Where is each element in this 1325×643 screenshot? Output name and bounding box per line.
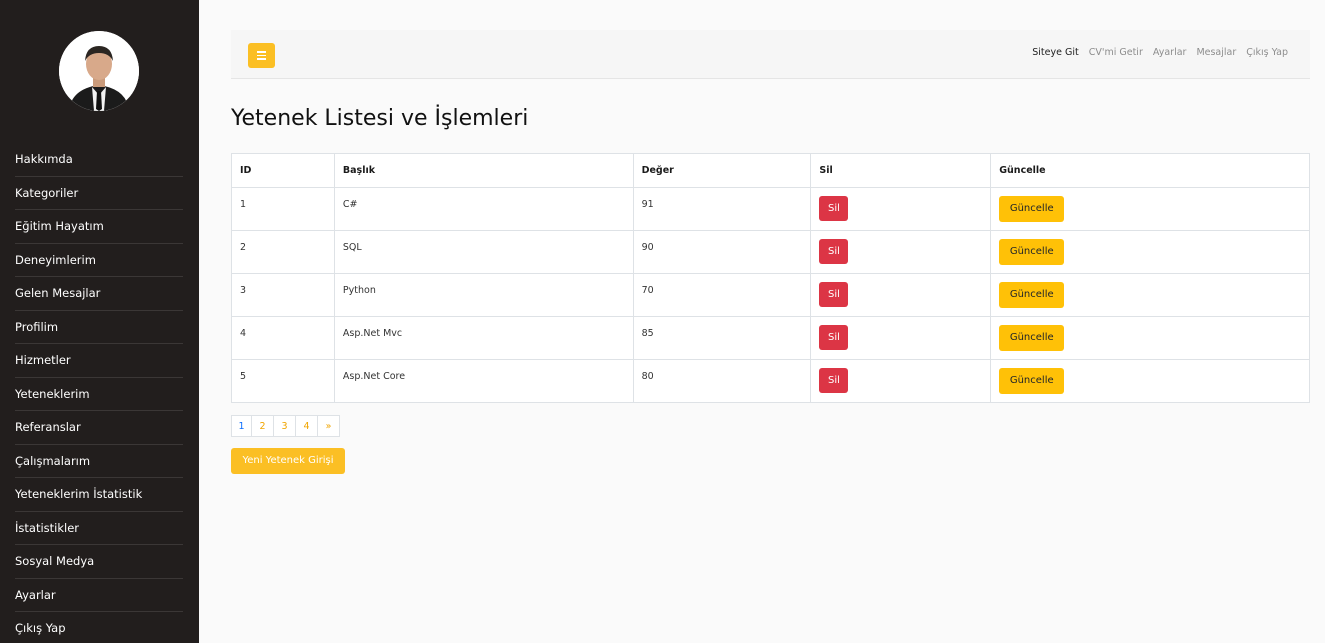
skills-table: ID Başlık Değer Sil Güncelle 1 C# 91 Sil Gün… — [231, 153, 1310, 403]
cell-update: Güncelle — [990, 230, 1310, 274]
cell-delete: Sil — [810, 230, 992, 274]
menu-icon — [257, 51, 266, 53]
header-title: Başlık — [333, 153, 634, 188]
cell-id: 1 — [231, 187, 335, 231]
page-link[interactable]: 3 — [273, 415, 296, 437]
top-link-mesajlar[interactable]: Mesajlar — [1196, 47, 1236, 58]
sidebar-item[interactable]: Hakkımda — [15, 143, 183, 177]
delete-button[interactable]: Sil — [819, 196, 849, 221]
profile-photo — [59, 31, 139, 111]
topbar: Siteye Git CV'mi Getir Ayarlar Mesajlar … — [231, 30, 1310, 79]
sidebar-item[interactable]: Referanslar — [15, 411, 183, 445]
page-link[interactable]: 4 — [295, 415, 318, 437]
cell-value: 85 — [632, 316, 812, 360]
table-body: 1 C# 91 Sil Güncelle 2 SQL 90 Sil Güncelle 3 Python… — [231, 187, 1310, 403]
sidebar-item[interactable]: Gelen Mesajlar — [15, 277, 183, 311]
cell-value: 90 — [632, 230, 812, 274]
cell-title: Asp.Net Mvc — [333, 316, 634, 360]
cell-title: SQL — [333, 230, 634, 274]
sidebar-item[interactable]: İstatistikler — [15, 512, 183, 545]
cell-title: Python — [333, 273, 634, 317]
header-update: Güncelle — [990, 153, 1310, 188]
header-delete: Sil — [810, 153, 992, 188]
sidebar: Hakkımda Kategoriler Eğitim Hayatım Deneyim… — [0, 0, 199, 643]
sidebar-item[interactable]: Yeteneklerim — [15, 378, 183, 411]
sidebar-item[interactable]: Ayarlar — [15, 579, 183, 612]
update-button[interactable]: Güncelle — [999, 325, 1065, 351]
cell-id: 4 — [231, 316, 335, 360]
delete-button[interactable]: Sil — [819, 325, 849, 350]
table-row: 3 Python 70 Sil Güncelle — [231, 273, 1310, 317]
sidebar-item[interactable]: Çalışmalarım — [15, 445, 183, 478]
cell-delete: Sil — [810, 359, 992, 403]
sidebar-item[interactable]: Sosyal Medya — [15, 545, 183, 579]
sidebar-item[interactable]: Çıkış Yap — [15, 612, 183, 643]
cell-title: C# — [333, 187, 634, 231]
header-id: ID — [231, 153, 335, 188]
sidebar-item[interactable]: Profilim — [15, 311, 183, 344]
avatar[interactable] — [59, 31, 139, 111]
delete-button[interactable]: Sil — [819, 282, 849, 307]
cell-delete: Sil — [810, 316, 992, 360]
top-link-ayarlar[interactable]: Ayarlar — [1153, 47, 1187, 58]
cell-id: 2 — [231, 230, 335, 274]
table-row: 4 Asp.Net Mvc 85 Sil Güncelle — [231, 316, 1310, 360]
sidebar-item[interactable]: Eğitim Hayatım — [15, 210, 183, 244]
update-button[interactable]: Güncelle — [999, 282, 1065, 308]
sidebar-item[interactable]: Hizmetler — [15, 344, 183, 378]
cell-id: 3 — [231, 273, 335, 317]
cell-delete: Sil — [810, 187, 992, 231]
page-title: Yetenek Listesi ve İşlemleri — [231, 106, 529, 131]
table-row: 1 C# 91 Sil Güncelle — [231, 187, 1310, 231]
sidebar-nav: Hakkımda Kategoriler Eğitim Hayatım Deneyim… — [0, 143, 199, 643]
cell-value: 80 — [632, 359, 812, 403]
header-value: Değer — [632, 153, 812, 188]
update-button[interactable]: Güncelle — [999, 239, 1065, 265]
cell-title: Asp.Net Core — [333, 359, 634, 403]
cell-update: Güncelle — [990, 187, 1310, 231]
update-button[interactable]: Güncelle — [999, 196, 1065, 222]
top-link-cv[interactable]: CV'mi Getir — [1089, 47, 1143, 58]
new-skill-button[interactable]: Yeni Yetenek Girişi — [231, 448, 345, 474]
top-link-cikis[interactable]: Çıkış Yap — [1246, 47, 1288, 58]
cell-update: Güncelle — [990, 359, 1310, 403]
sidebar-item[interactable]: Deneyimlerim — [15, 244, 183, 277]
sidebar-item[interactable]: Yeteneklerim İstatistik — [15, 478, 183, 512]
delete-button[interactable]: Sil — [819, 239, 849, 264]
top-link-siteye-git[interactable]: Siteye Git — [1032, 47, 1078, 58]
top-links: Siteye Git CV'mi Getir Ayarlar Mesajlar … — [1032, 47, 1288, 58]
sidebar-item[interactable]: Kategoriler — [15, 177, 183, 210]
cell-update: Güncelle — [990, 316, 1310, 360]
page-next-button[interactable]: » — [317, 415, 340, 437]
page-link[interactable]: 2 — [251, 415, 274, 437]
cell-delete: Sil — [810, 273, 992, 317]
update-button[interactable]: Güncelle — [999, 368, 1065, 394]
table-row: 5 Asp.Net Core 80 Sil Güncelle — [231, 359, 1310, 403]
pagination: 1 2 3 4» — [231, 415, 340, 437]
cell-value: 91 — [632, 187, 812, 231]
cell-update: Güncelle — [990, 273, 1310, 317]
cell-id: 5 — [231, 359, 335, 403]
menu-toggle-button[interactable] — [248, 43, 275, 68]
table-row: 2 SQL 90 Sil Güncelle — [231, 230, 1310, 274]
table-header-row: ID Başlık Değer Sil Güncelle — [231, 153, 1310, 188]
page-link[interactable]: 1 — [231, 415, 252, 437]
delete-button[interactable]: Sil — [819, 368, 849, 393]
cell-value: 70 — [632, 273, 812, 317]
